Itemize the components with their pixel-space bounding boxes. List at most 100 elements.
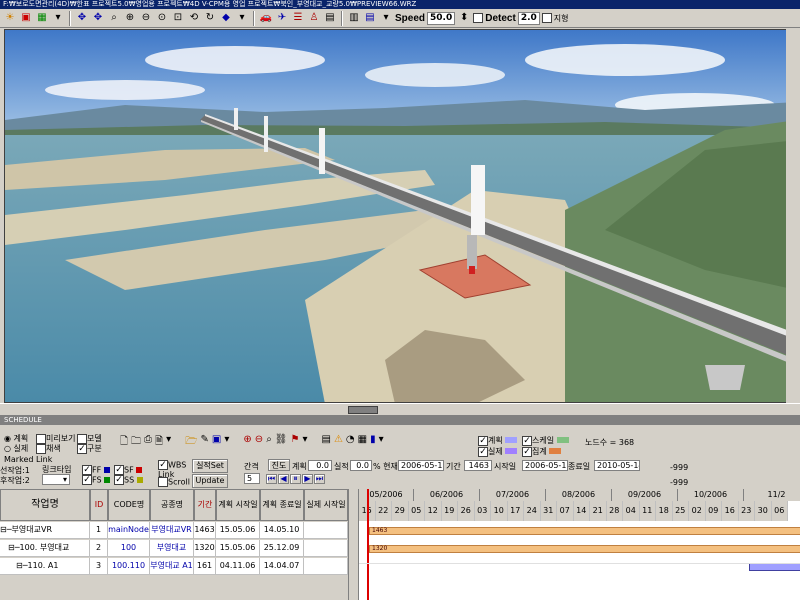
zoom-in-icon[interactable]: ⊕ bbox=[243, 434, 251, 451]
chart-icon[interactable]: ▮ bbox=[370, 434, 376, 451]
table-row-start[interactable]: 15.05.06 bbox=[216, 540, 260, 557]
actual-input[interactable]: 0.0 bbox=[350, 460, 372, 471]
zoom-window-icon[interactable]: ⊡ bbox=[171, 11, 185, 25]
layer-icon[interactable]: ▥ bbox=[347, 11, 361, 25]
col-header-duration[interactable]: 기간 bbox=[194, 489, 216, 521]
edit-icon[interactable]: ✎ bbox=[201, 434, 209, 451]
table-row-type[interactable]: 부영대교VR bbox=[150, 522, 194, 539]
table-row-name[interactable]: ⊟─100. 부영대교 bbox=[0, 540, 90, 557]
ff-checkbox[interactable]: ✓FF bbox=[82, 465, 110, 475]
new-icon[interactable]: 🗋 bbox=[120, 434, 128, 451]
next-icon[interactable]: ▶ bbox=[302, 474, 313, 484]
actual-set-button[interactable]: 실적Set bbox=[192, 459, 228, 473]
stats-icon[interactable]: ◔ bbox=[346, 434, 355, 451]
table-row-duration[interactable]: 1320 bbox=[194, 540, 216, 557]
dropdown-icon[interactable]: ▾ bbox=[379, 11, 393, 25]
pan-icon[interactable]: ✥ bbox=[91, 11, 105, 25]
table-row-start[interactable]: 04.11.06 bbox=[216, 558, 260, 575]
interval-input[interactable]: 5 bbox=[244, 473, 260, 484]
search-icon[interactable]: ⌕ bbox=[266, 434, 272, 451]
table-row-duration[interactable]: 161 bbox=[194, 558, 216, 575]
col-header-code[interactable]: CODE명 bbox=[108, 489, 150, 521]
update-button[interactable]: Update bbox=[192, 474, 228, 488]
table-row-name[interactable]: ⊟─부영대교VR bbox=[0, 522, 90, 539]
grid-icon[interactable]: ▦ bbox=[35, 11, 49, 25]
report-icon[interactable]: ▤ bbox=[322, 434, 331, 451]
zoom-icon[interactable]: ⌕ bbox=[107, 11, 121, 25]
box-icon[interactable]: ◆ bbox=[219, 11, 233, 25]
gantt-bar[interactable]: 1463 bbox=[369, 527, 800, 535]
dropdown-icon[interactable]: ▾ bbox=[379, 434, 384, 451]
gantt-bar[interactable]: 1320 bbox=[369, 545, 800, 553]
dropdown-icon[interactable]: ▾ bbox=[235, 11, 249, 25]
scroll-checkbox[interactable]: Scroll bbox=[158, 477, 190, 487]
sun-icon[interactable]: ☀ bbox=[3, 11, 17, 25]
table-row-id[interactable]: 3 bbox=[90, 558, 108, 575]
first-icon[interactable]: ⏮ bbox=[266, 474, 277, 484]
open-icon[interactable]: 🗀 bbox=[131, 434, 141, 451]
legend-scale[interactable]: ✓스케일 bbox=[522, 435, 569, 446]
ruler-icon[interactable]: ▤ bbox=[323, 11, 337, 25]
table-row-type[interactable]: 부영대교 bbox=[150, 540, 194, 557]
division-checkbox[interactable]: ✓구분 bbox=[77, 443, 102, 454]
table-row-id[interactable]: 1 bbox=[90, 522, 108, 539]
viewport-scrollbar[interactable] bbox=[786, 29, 796, 403]
table-row-duration[interactable]: 1463 bbox=[194, 522, 216, 539]
speed-input[interactable]: 50.0 bbox=[427, 11, 456, 25]
detect-input[interactable]: 2.0 bbox=[517, 11, 540, 25]
end-date-input[interactable]: 2010-05-14 bbox=[594, 460, 640, 471]
plan-input[interactable]: 0.0 bbox=[308, 460, 332, 471]
refresh-icon[interactable]: ↻ bbox=[203, 11, 217, 25]
table-row-actual[interactable] bbox=[304, 540, 348, 557]
col-header-type[interactable]: 공종명 bbox=[150, 489, 194, 521]
walk-icon[interactable]: ♙ bbox=[307, 11, 321, 25]
zoom-in-icon[interactable]: ⊕ bbox=[123, 11, 137, 25]
legend-plan[interactable]: ✓계획 bbox=[478, 435, 518, 446]
road-icon[interactable]: ☰ bbox=[291, 11, 305, 25]
period-input[interactable]: 1463 bbox=[464, 460, 492, 471]
print-icon[interactable]: ⎙ bbox=[144, 434, 152, 451]
rotate-icon[interactable]: ⟲ bbox=[187, 11, 201, 25]
table-row-end[interactable]: 25.12.09 bbox=[260, 540, 304, 557]
legend-total[interactable]: ✓집계 bbox=[522, 446, 562, 457]
folder-icon[interactable]: 🗁 bbox=[185, 434, 197, 451]
warning-icon[interactable]: ⚠ bbox=[334, 434, 343, 451]
zoom-out-icon[interactable]: ⊖ bbox=[139, 11, 153, 25]
col-header-id[interactable]: ID bbox=[90, 489, 108, 521]
plane-icon[interactable]: ✈ bbox=[275, 11, 289, 25]
progress-button[interactable]: 진도 bbox=[268, 459, 290, 471]
gantt-bar[interactable] bbox=[749, 563, 800, 571]
fs-checkbox[interactable]: ✓FS bbox=[82, 475, 111, 485]
grid-splitter[interactable] bbox=[348, 489, 358, 600]
link-type-select[interactable]: ▾ bbox=[42, 474, 70, 485]
col-header-name[interactable]: 작업명 bbox=[0, 489, 90, 521]
3d-viewport[interactable] bbox=[4, 29, 796, 403]
pause-icon[interactable]: ⏸ bbox=[290, 474, 301, 484]
table-row-end[interactable]: 14.05.10 bbox=[260, 522, 304, 539]
table-row-type[interactable]: 부영대교 A1 bbox=[150, 558, 194, 575]
move-icon[interactable]: ✥ bbox=[75, 11, 89, 25]
dropdown-icon[interactable]: ▾ bbox=[166, 434, 171, 451]
car-view-icon[interactable]: 🚗 bbox=[259, 11, 273, 25]
table-row-end[interactable]: 14.04.07 bbox=[260, 558, 304, 575]
current-date-input[interactable]: 2006-05-15 bbox=[398, 460, 444, 471]
zoom-out-icon[interactable]: ⊖ bbox=[255, 434, 263, 451]
pane-splitter[interactable] bbox=[0, 403, 800, 416]
dropdown-icon[interactable]: ▾ bbox=[302, 434, 307, 451]
save-icon[interactable]: ▣ bbox=[212, 434, 221, 451]
calc-icon[interactable]: ▦ bbox=[358, 434, 367, 451]
terrain-checkbox[interactable] bbox=[541, 13, 552, 23]
book-icon[interactable]: ▤ bbox=[363, 11, 377, 25]
table-row-id[interactable]: 2 bbox=[90, 540, 108, 557]
car-icon[interactable]: ▣ bbox=[19, 11, 33, 25]
splitter-handle[interactable] bbox=[348, 406, 378, 414]
radio-actual[interactable]: ○ 실제 bbox=[4, 443, 28, 454]
prev-icon[interactable]: ◀ bbox=[278, 474, 289, 484]
legend-actual[interactable]: ✓실제 bbox=[478, 446, 518, 457]
table-row-start[interactable]: 15.05.06 bbox=[216, 522, 260, 539]
start-date-input[interactable]: 2006-05-15 bbox=[522, 460, 568, 471]
dropdown-icon[interactable]: ▾ bbox=[51, 11, 65, 25]
table-row-code[interactable]: 100 bbox=[108, 540, 150, 557]
ss-checkbox[interactable]: ✓SS bbox=[114, 475, 143, 485]
col-header-plan-end[interactable]: 계획 종료일 bbox=[260, 489, 304, 521]
